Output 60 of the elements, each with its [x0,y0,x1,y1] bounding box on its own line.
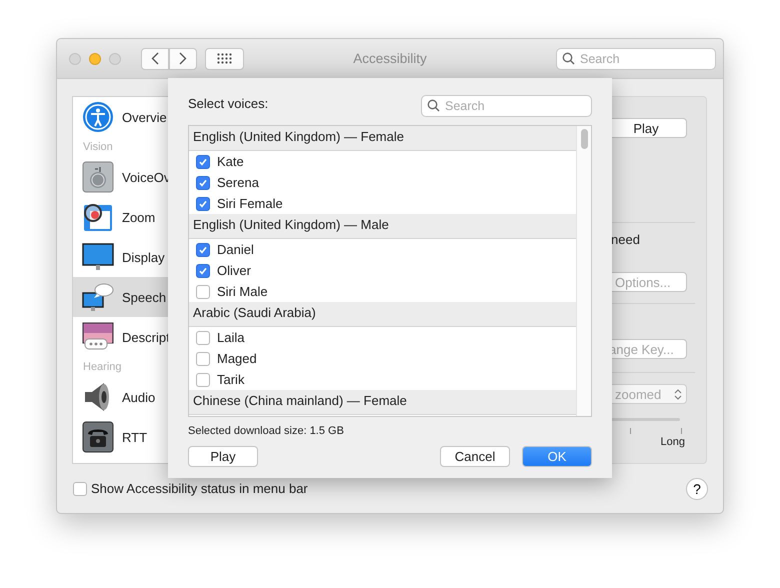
search-field[interactable]: Search [556,48,716,70]
telephone-icon [82,421,114,453]
checkmark-icon [198,244,208,254]
section-label: Hearing [82,360,123,375]
grid-icon [217,53,232,64]
checkbox[interactable] [196,330,210,344]
search-icon [562,52,575,64]
help-button[interactable]: ? [686,478,708,500]
checkmark-icon [198,266,208,276]
play-button[interactable]: Play [188,446,258,467]
group-header: English (United Kingdom) — Female [189,126,577,151]
back-button[interactable] [141,48,169,70]
sheet-title: Select voices: [188,96,268,111]
monitor-icon [82,241,114,273]
voice-name: Siri Female [217,196,283,211]
show-all-button[interactable] [205,48,244,70]
zoom-button[interactable] [109,52,121,64]
speaker-person-icon [82,161,114,193]
checkbox[interactable] [196,176,210,190]
voice-name: Daniel [217,242,254,257]
chevron-right-icon [179,52,187,65]
window-title: Accessibility [353,51,427,66]
checkbox[interactable] [196,284,210,298]
voice-name: Laila [217,330,244,345]
checkmark-icon [198,178,208,188]
close-button[interactable] [69,52,81,64]
checkbox-label: need [610,232,641,247]
section-label: Vision [82,140,114,155]
download-size: Selected download size: 1.5 GB [188,425,345,437]
checkbox[interactable] [196,352,210,366]
cancel-button[interactable]: Cancel [440,446,510,467]
checkbox[interactable] [196,196,210,210]
search-field[interactable]: Search [421,95,592,117]
voice-name: Siri Male [217,284,268,299]
person-icon [82,101,114,133]
voice-name: Oliver [217,263,251,278]
minimize-button[interactable] [89,52,101,64]
checkbox[interactable] [196,372,210,386]
checkbox[interactable] [196,242,210,256]
voice-name: Kate [217,154,244,169]
checkbox[interactable] [73,482,87,496]
chevron-left-icon [151,52,159,65]
checkbox[interactable] [196,154,210,168]
checkmark-icon [198,198,208,208]
stepper-icon [674,388,682,400]
speech-bubble-monitor-icon [82,281,114,313]
group-header: Chinese (China mainland) — Female [189,390,577,415]
voice-name: Tarik [217,372,244,387]
checkmark-icon [198,156,208,166]
magnifier-window-icon [82,201,114,233]
group-header: Arabic (Saudi Arabia) [189,302,577,327]
checkbox-label: Show Accessibility status in menu bar [91,481,308,496]
voice-name: Maged [217,351,257,366]
checkbox[interactable] [196,264,210,278]
group-header: English (United Kingdom) — Male [189,214,577,239]
scroll-bar[interactable] [576,126,591,416]
voice-name: Serena [217,175,259,190]
search-icon [427,99,440,112]
slider-label: Long [660,436,685,448]
forward-button[interactable] [169,48,197,70]
